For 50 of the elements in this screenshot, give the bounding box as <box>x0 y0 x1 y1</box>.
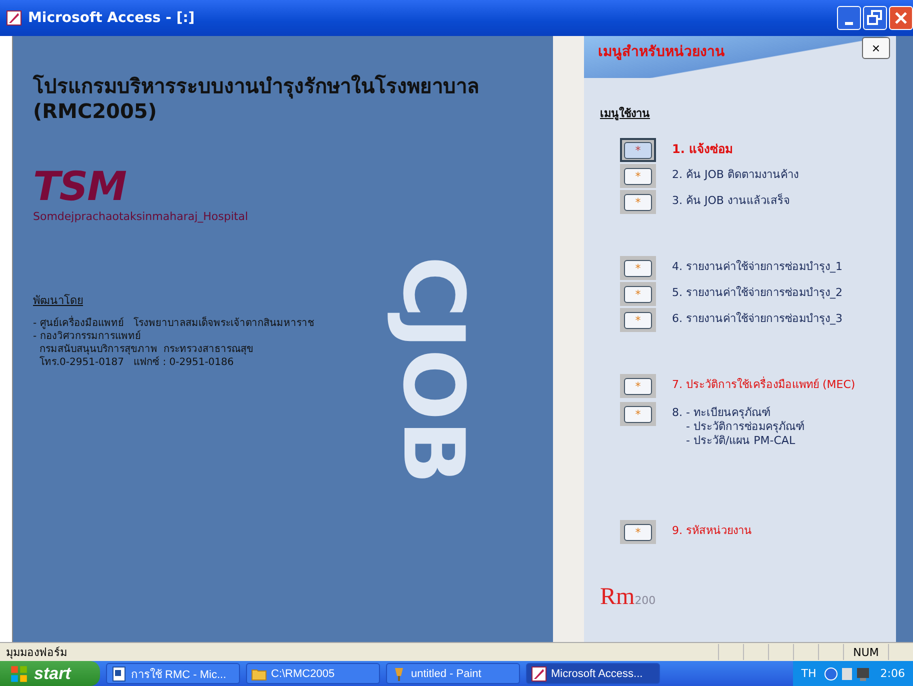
taskbar-item[interactable]: การใช้ RMC - Mic... <box>106 663 240 684</box>
menu-button[interactable]: * <box>620 282 656 306</box>
language-indicator[interactable]: TH <box>801 667 816 680</box>
menu-item-label: 9. รหัสหน่วยงาน <box>672 523 752 538</box>
menu-item-label: 2. ค้น JOB ติดตามงานค้าง <box>672 167 798 182</box>
menu-item-label: 4. รายงานค่าใช้จ่ายการซ่อมบำรุง_1 <box>672 259 842 274</box>
menu-item-label: 3. ค้น JOB งานแล้วเสร็จ <box>672 192 790 208</box>
status-text: มุมมองฟอร์ม <box>5 645 67 661</box>
app-icon <box>531 666 547 682</box>
tsm-logo: TSM <box>33 164 126 210</box>
menu-button[interactable]: * <box>620 374 656 398</box>
menu-button[interactable]: * <box>620 256 656 280</box>
side-logo: CJOB <box>385 256 482 484</box>
menu-item-label: 1. แจ้งซ่อม <box>672 141 734 156</box>
developed-by-label: พัฒนาโดย <box>33 293 83 309</box>
window-title: Microsoft Access - [:] <box>28 10 195 26</box>
close-button[interactable] <box>889 6 913 30</box>
document-icon <box>111 666 127 682</box>
program-heading: โปรแกรมบริหารระบบงานบำรุงรักษาในโรงพยาบาล (RMC2005) <box>33 74 480 124</box>
menu-title: เมนูสำหรับหน่วยงาน <box>598 44 725 60</box>
menu-button[interactable]: * <box>620 190 656 214</box>
credit-line: กรมสนับสนุนบริการสุขภาพ กระทรวงสาธารณสุข <box>38 343 254 355</box>
menu-button[interactable]: * <box>620 402 656 426</box>
restore-icon <box>865 8 885 28</box>
menu-item-label: 7. ประวัติการใช้เครื่องมือแพทย์ (MEC) <box>672 376 856 392</box>
menu-item-label: 5. รายงานค่าใช้จ่ายการซ่อมบำรุง_2 <box>672 285 842 300</box>
menu-button[interactable]: * <box>620 520 656 544</box>
app-icon <box>6 10 22 26</box>
menu-item-label: 6. รายงานค่าใช้จ่ายการซ่อมบำรุง_3 <box>672 311 842 326</box>
close-button[interactable]: × <box>862 37 890 59</box>
credit-line: - กองวิศวกรรมการแพทย์ <box>33 330 141 343</box>
clock: 2:06 <box>880 667 905 680</box>
credit-line: - ศูนย์เครื่องมือแพทย์ โรงพยาบาลสมเด็จพระเจ้าตากสินมหาราช <box>33 317 314 330</box>
menu-button[interactable]: * <box>620 164 656 188</box>
start-button[interactable]: start <box>0 661 100 686</box>
section-label: เมนูใช้งาน <box>600 106 650 122</box>
restore-button[interactable] <box>863 6 887 30</box>
num-lock-indicator: NUM <box>843 644 888 660</box>
minimize-button[interactable] <box>837 6 861 30</box>
rm-logo: Rm200 <box>600 584 656 611</box>
hospital-name: Somdejprachaotaksinmaharaj_Hospital <box>33 210 248 223</box>
minimize-icon <box>845 22 853 24</box>
windows-logo-icon <box>10 664 28 682</box>
taskbar-item[interactable]: untitled - Paint <box>386 663 520 684</box>
taskbar-item[interactable]: C:\RMC2005 <box>246 663 380 684</box>
menu-button[interactable]: * <box>620 138 656 162</box>
credit-line: โทร.0-2951-0187 แฟกซ์ : 0-2951-0186 <box>33 356 234 369</box>
taskbar-item[interactable]: Microsoft Access... <box>526 663 660 684</box>
menu-button[interactable]: * <box>620 308 656 332</box>
menu-item-label: 8. - ทะเบียนครุภัณฑ์ - ประวัติการซ่อมครุภัณฑ์ - ประวัติ/แผน PM-CAL <box>672 405 804 448</box>
